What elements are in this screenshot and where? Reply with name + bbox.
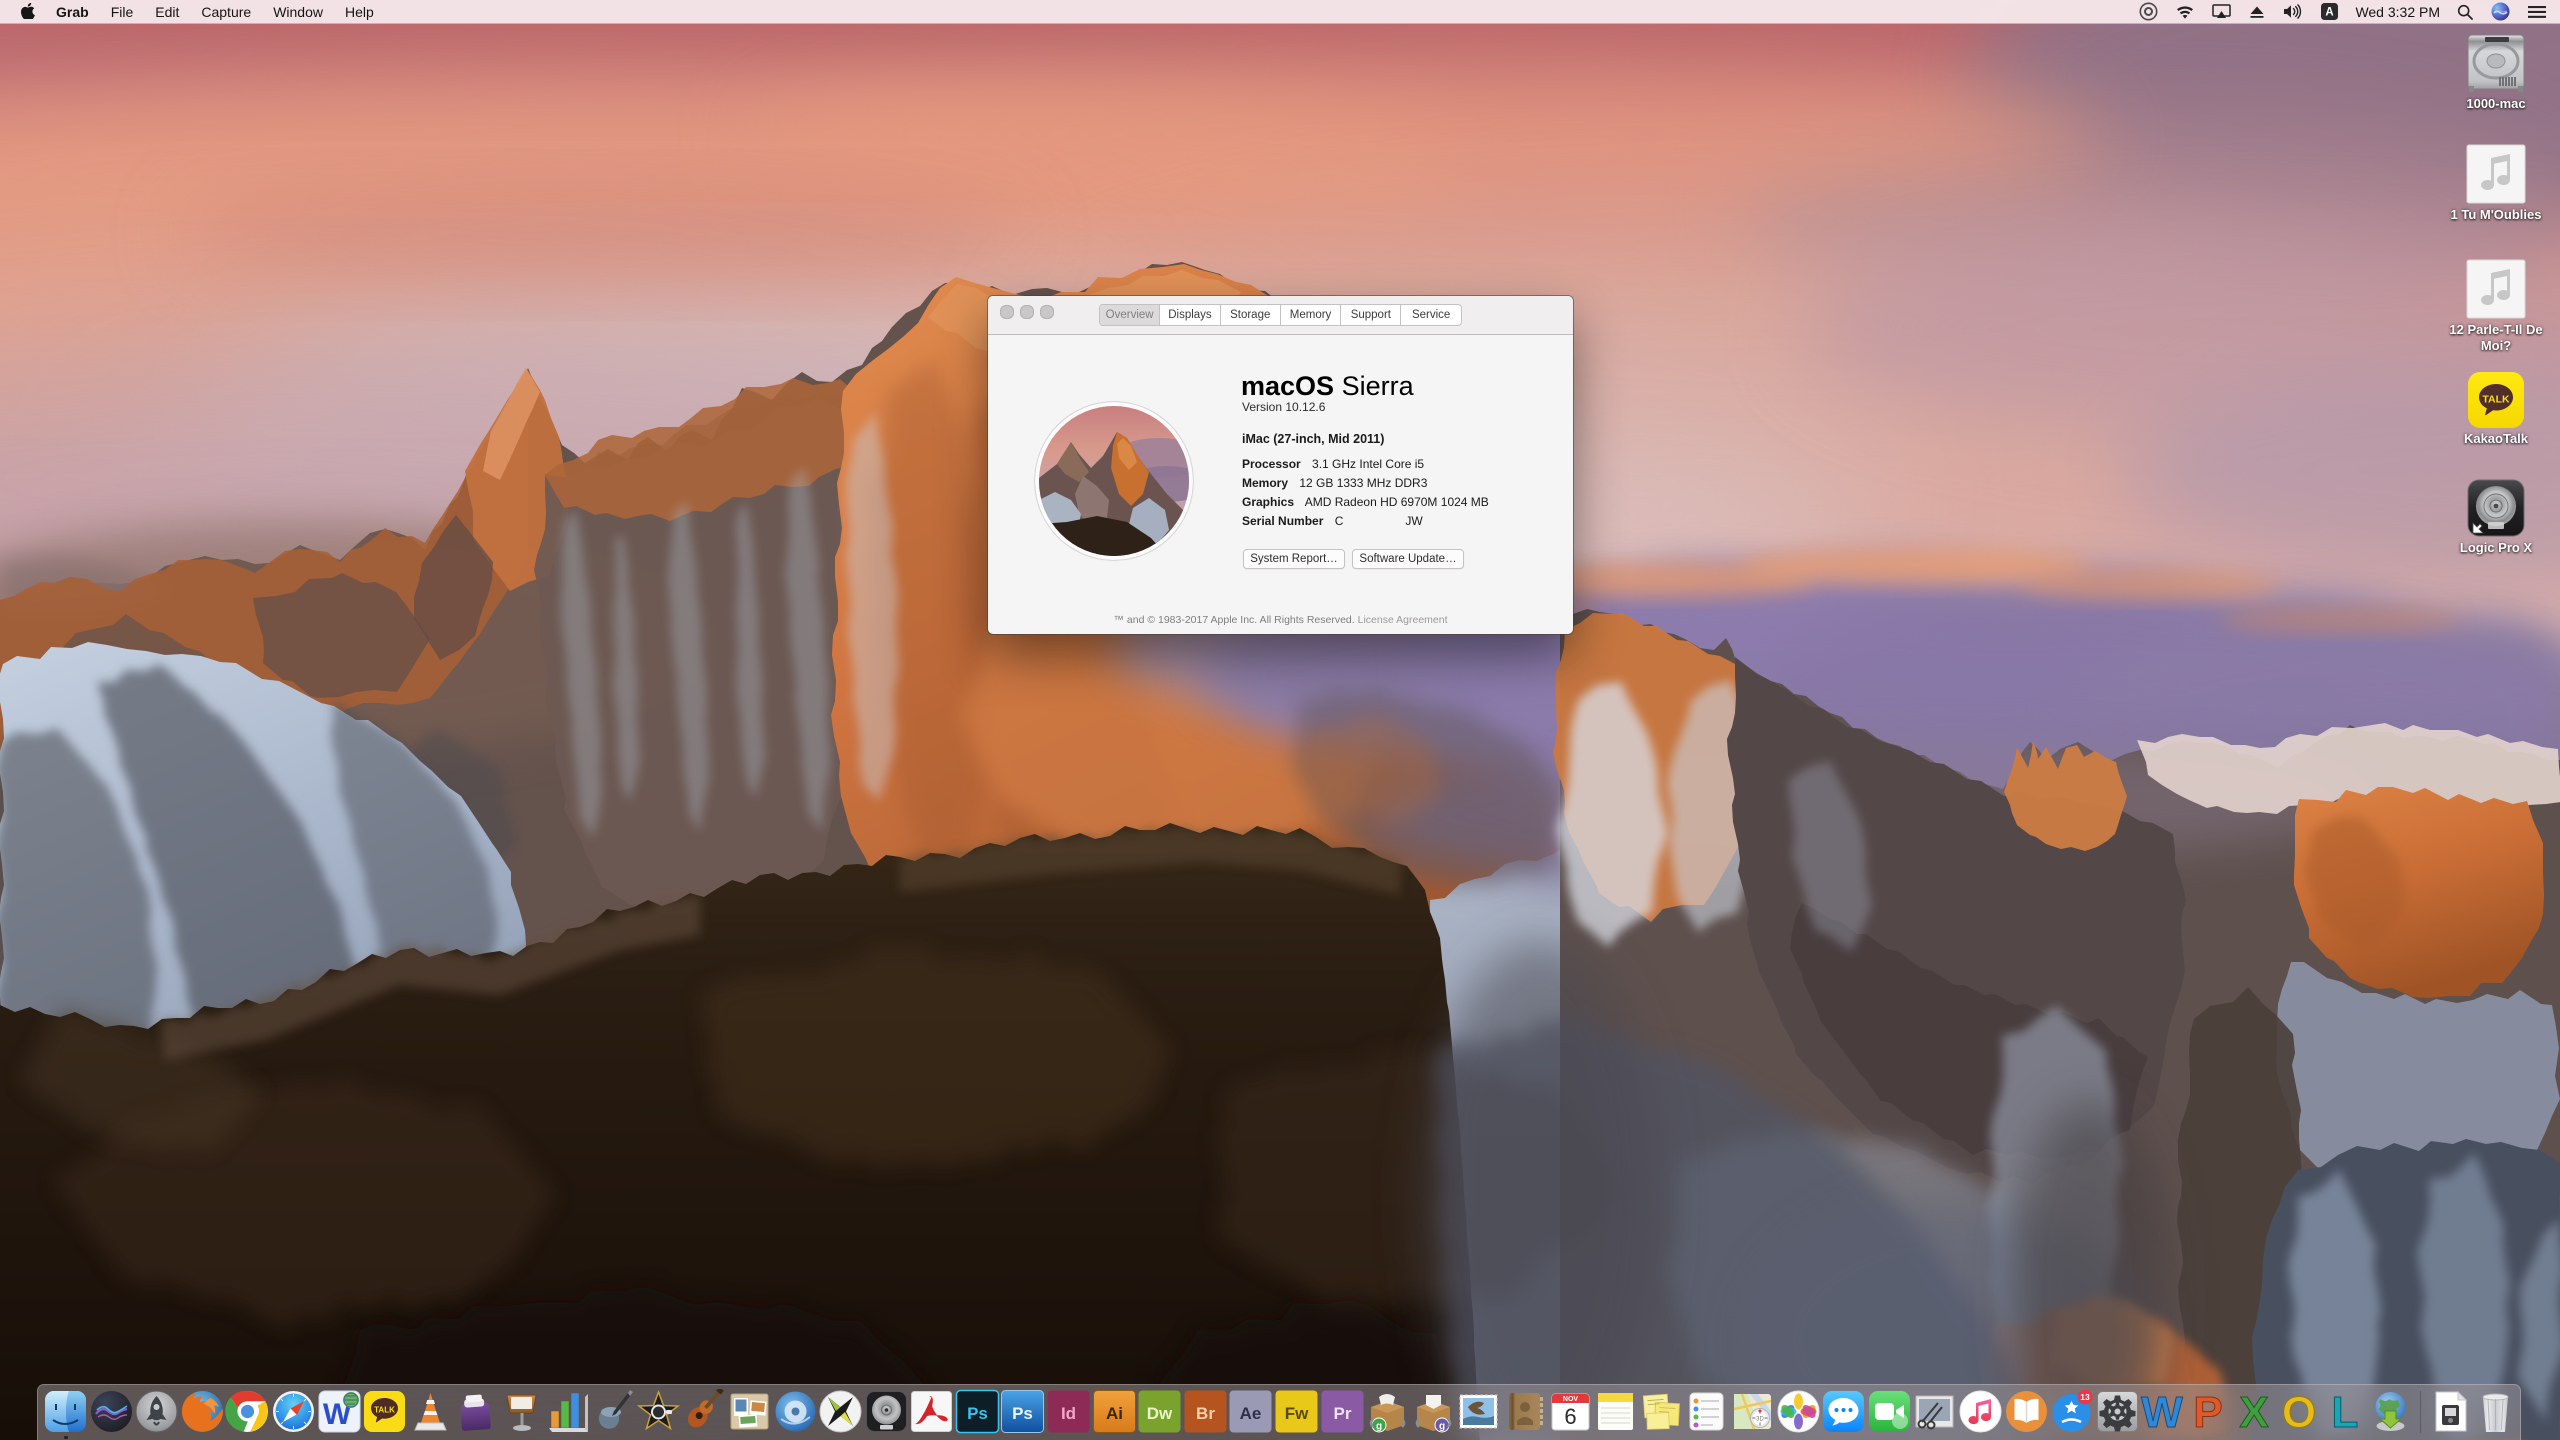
svg-text:Ps: Ps [1013, 1404, 1034, 1423]
svg-text:O: O [2282, 1389, 2316, 1434]
svg-text:g: g [1439, 1421, 1445, 1432]
svg-text:W: W [2142, 1389, 2184, 1434]
svg-text:TALK: TALK [374, 1406, 395, 1415]
svg-text:X: X [2239, 1389, 2268, 1434]
svg-text:Pr: Pr [1333, 1404, 1351, 1423]
svg-text:Ae: Ae [1240, 1404, 1262, 1423]
svg-text:P: P [2193, 1389, 2222, 1434]
svg-text:3D: 3D [1756, 1417, 1764, 1423]
svg-text:13: 13 [2080, 1392, 2090, 1402]
svg-text:NOV: NOV [1563, 1396, 1579, 1403]
svg-text:A: A [2326, 7, 2334, 19]
svg-text:Br: Br [1196, 1404, 1215, 1423]
svg-text:Fw: Fw [1285, 1404, 1309, 1423]
svg-text:Dw: Dw [1147, 1404, 1173, 1423]
svg-text:6: 6 [1564, 1404, 1576, 1429]
svg-text:Ai: Ai [1106, 1404, 1123, 1423]
svg-text:Id: Id [1061, 1404, 1076, 1423]
svg-text:TALK: TALK [2482, 394, 2510, 406]
svg-text:L: L [2331, 1389, 2358, 1434]
svg-text:g: g [1376, 1421, 1382, 1432]
svg-text:Ps: Ps [967, 1404, 988, 1423]
